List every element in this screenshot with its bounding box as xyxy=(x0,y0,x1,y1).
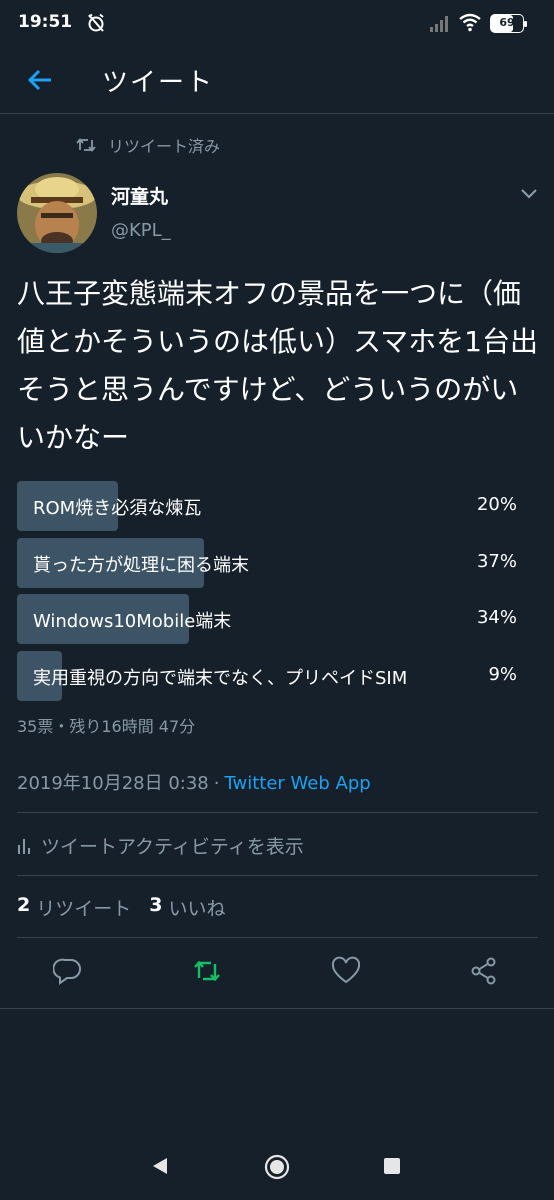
divider xyxy=(17,875,538,876)
author-name[interactable]: 河童丸 xyxy=(111,182,168,209)
poll-option: ROM焼き必須な煉瓦 20% xyxy=(17,481,522,531)
tweet-activity-link[interactable]: ツイートアクティビティを表示 xyxy=(17,832,304,859)
timestamp-row: 2019年10月28日 0:38 · Twitter Web App xyxy=(17,769,371,795)
poll-meta: 35票・残り16時間 47分 xyxy=(17,717,196,736)
status-time: 19:51 xyxy=(18,12,73,32)
poll-option: 実用重視の方向で端末でなく、プリペイドSIM 9% xyxy=(17,651,522,702)
retweet-count-label[interactable]: リツイート xyxy=(36,894,131,921)
header: ツイート xyxy=(0,48,554,114)
like-count-label[interactable]: いいね xyxy=(168,894,225,921)
like-count[interactable]: 3 xyxy=(149,894,162,921)
poll-option-percent: 37% xyxy=(476,550,517,572)
avatar-image xyxy=(17,173,97,253)
author-handle[interactable]: @KPL_ xyxy=(111,220,171,241)
retweet-icon[interactable] xyxy=(192,956,222,986)
source-app-link[interactable]: Twitter Web App xyxy=(225,773,371,794)
nav-home-icon[interactable] xyxy=(264,1154,290,1180)
battery-icon: 69 xyxy=(490,14,527,33)
signal-icon xyxy=(430,16,448,32)
chevron-down-icon[interactable] xyxy=(519,186,539,200)
divider xyxy=(17,812,538,813)
back-arrow-icon[interactable] xyxy=(26,66,54,94)
retweet-context-label: リツイート済み xyxy=(108,137,221,156)
avatar[interactable] xyxy=(17,173,97,253)
tweet-activity-label: ツイートアクティビティを表示 xyxy=(41,836,304,858)
timestamp-separator: · xyxy=(213,773,220,794)
retweet-count[interactable]: 2 xyxy=(17,894,30,921)
status-bar: 19:51 69 xyxy=(0,0,554,48)
poll-option: Windows10Mobile端末 34% xyxy=(17,594,522,645)
battery-text: 69 xyxy=(499,16,515,29)
poll-option: 貰った方が処理に困る端末 37% xyxy=(17,537,522,588)
poll-option-percent: 20% xyxy=(476,494,517,515)
retweet-context[interactable]: リツイート済み xyxy=(76,133,220,157)
heart-icon[interactable] xyxy=(331,956,361,986)
analytics-icon xyxy=(18,838,30,854)
poll-option-label: ROM焼き必須な煉瓦 xyxy=(33,498,202,519)
tweet-detail-screen: 19:51 69 ツイート リツイート済み 河童丸 @KPL_ 八王子変態端末オ… xyxy=(0,0,554,1200)
wifi-icon xyxy=(459,13,481,32)
divider xyxy=(0,1008,554,1009)
poll-option-percent: 9% xyxy=(488,664,517,686)
share-icon[interactable] xyxy=(469,956,499,986)
divider xyxy=(17,937,538,938)
battery-nub xyxy=(524,21,527,27)
page-title: ツイート xyxy=(102,68,215,98)
nav-recents-icon[interactable] xyxy=(384,1158,400,1174)
poll-option-label: 貰った方が処理に困る端末 xyxy=(33,554,249,576)
poll: ROM焼き必須な煉瓦 20% 貰った方が処理に困る端末 37% Windows10Mob… xyxy=(17,481,522,708)
retweet-icon xyxy=(76,138,96,152)
poll-option-percent: 34% xyxy=(476,607,517,629)
poll-option-label: 実用重視の方向で端末でなく、プリペイドSIM xyxy=(33,668,408,690)
tweet-text: 八王子変態端末オフの景品を一つに（価値とかそういうのは低い）スマホを1台出そうと… xyxy=(17,277,538,454)
timestamp: 2019年10月28日 0:38 xyxy=(17,773,209,794)
alarm-off-icon xyxy=(88,13,104,32)
nav-back-icon[interactable] xyxy=(150,1156,170,1176)
poll-option-label: Windows10Mobile端末 xyxy=(33,611,232,633)
engagement-stats: 2 リツイート 3 いいね xyxy=(17,894,244,921)
reply-icon[interactable] xyxy=(53,956,83,986)
